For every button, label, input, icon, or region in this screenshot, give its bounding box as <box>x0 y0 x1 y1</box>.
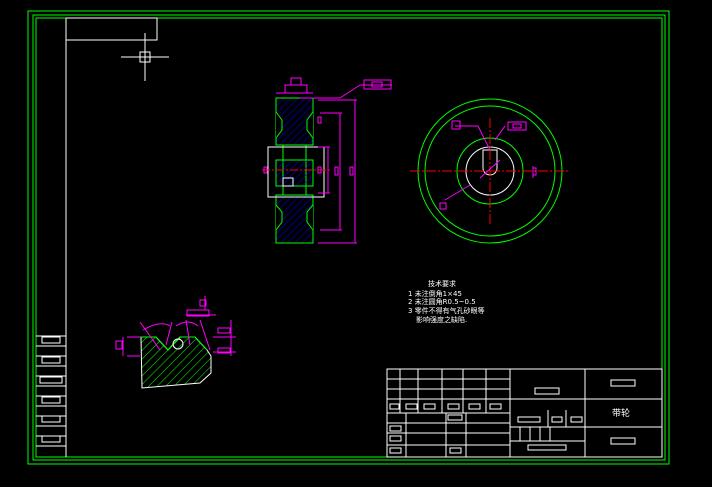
left-margin-blocks <box>36 335 66 447</box>
tech-req-title: 技术要求 <box>428 279 456 288</box>
corner-label-box <box>66 17 158 41</box>
tech-req-line-2: 2 未注圆角R0.5~0.5 <box>408 297 476 306</box>
drawing-frame <box>27 10 670 465</box>
tech-req-line-3: 3 零件不得有气孔砂眼等 <box>408 306 485 315</box>
cad-drawing-canvas[interactable]: 技术要求 1 未注倒角1×45 2 未注圆角R0.5~0.5 3 零件不得有气孔… <box>0 0 712 487</box>
technical-requirements: 技术要求 1 未注倒角1×45 2 未注圆角R0.5~0.5 3 零件不得有气孔… <box>408 279 485 324</box>
section-view <box>262 77 392 244</box>
tech-req-line-4: 影响强度之缺陷. <box>416 315 467 324</box>
tech-req-line-1: 1 未注倒角1×45 <box>408 289 462 298</box>
groove-detail-view <box>115 296 236 389</box>
front-view <box>410 98 568 244</box>
part-name-label: 带轮 <box>612 407 630 419</box>
